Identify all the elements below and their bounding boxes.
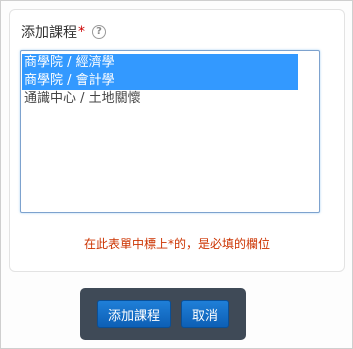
required-fields-note: 在此表單中標上*的，是必填的欄位	[83, 237, 270, 251]
field-label: 添加課程	[21, 25, 77, 41]
list-option-economics[interactable]: 商學院 / 經濟學	[22, 54, 298, 72]
list-option-land-care[interactable]: 通識中心 / 土地關懷	[22, 90, 298, 108]
form-panel: 添加課程 * ? 商學院 / 經濟學 商學院 / 會計學 通識中心 / 土地關懷…	[9, 9, 345, 272]
dialog-frame: 添加課程 * ? 商學院 / 經濟學 商學院 / 會計學 通識中心 / 土地關懷…	[0, 0, 353, 349]
list-option-accounting[interactable]: 商學院 / 會計學	[22, 72, 298, 90]
field-label-row: 添加課程 * ?	[21, 22, 106, 42]
course-listbox[interactable]: 商學院 / 經濟學 商學院 / 會計學 通識中心 / 土地關懷	[20, 50, 320, 213]
help-icon[interactable]: ?	[92, 25, 106, 39]
button-bar: 添加課程 取消	[80, 288, 246, 340]
cancel-button[interactable]: 取消	[181, 300, 230, 328]
add-course-button[interactable]: 添加課程	[96, 300, 171, 328]
required-mark: *	[78, 24, 85, 40]
